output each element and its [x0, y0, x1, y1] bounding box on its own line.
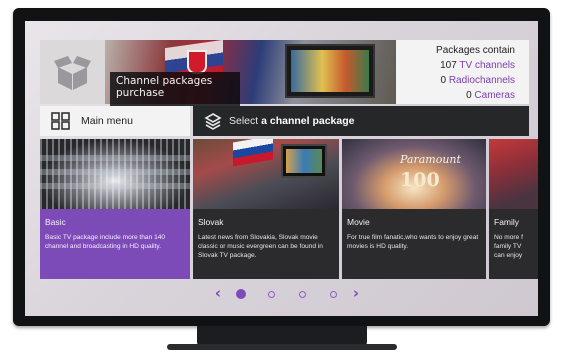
card-description: Latest news from Slovakia, Slovak movie … — [198, 234, 323, 259]
main-menu-grid-icon — [51, 112, 70, 130]
package-card-family[interactable]: Family No more f family TV can enjoy — [489, 139, 538, 279]
select-package-label: Select a channel package — [229, 115, 355, 127]
tv-stand — [167, 326, 397, 350]
page-dot-1[interactable] — [236, 289, 246, 299]
package-card-basic[interactable]: Basic Basic TV package include more than… — [40, 139, 190, 279]
cameras-count-line: 0 Cameras — [466, 90, 515, 101]
tv-channels-label: TV channels — [459, 60, 515, 71]
card-thumbnail-family — [489, 139, 538, 209]
card-description: No more f family TV can enjoy — [494, 234, 523, 259]
card-title: Movie — [347, 217, 370, 227]
select-package-header: Select a channel package — [193, 106, 529, 136]
box-icon — [54, 56, 91, 90]
page-dot-3[interactable] — [299, 291, 306, 298]
tv-channels-count-line: 107 TV channels — [440, 60, 515, 71]
card-description: Basic TV package include more than 140 c… — [45, 234, 166, 250]
layers-icon — [204, 113, 222, 130]
card-title: Family — [494, 217, 520, 227]
radio-channels-label: Radiochannels — [448, 75, 515, 86]
page-title: Channel packages purchase — [110, 72, 240, 106]
main-menu-label: Main menu — [81, 115, 133, 127]
chevron-right-icon[interactable]: › — [350, 286, 362, 301]
movie-logo-text: Paramount — [400, 153, 461, 166]
tv-screen: Channel packages purchase Packages conta… — [25, 21, 538, 316]
package-card-slovak[interactable]: Slovak Latest news from Slovakia, Slovak… — [193, 139, 339, 279]
main-menu-button[interactable]: Main menu — [40, 106, 190, 136]
tv-channels-count: 107 — [440, 60, 457, 71]
tv-set-graphic — [285, 44, 375, 98]
chevron-left-icon[interactable]: ‹ — [212, 286, 224, 301]
card-thumbnail-slovak — [193, 139, 339, 209]
select-prefix: Select — [229, 115, 259, 127]
slovak-crest-graphic — [187, 50, 207, 74]
card-title: Slovak — [198, 217, 224, 227]
cameras-count: 0 — [466, 90, 472, 101]
page-dot-4[interactable] — [330, 291, 337, 298]
card-title: Basic — [45, 217, 66, 227]
package-card-movie[interactable]: Paramount 100 Movie For true film fanati… — [342, 139, 486, 279]
package-contents-panel: Packages contain 107 TV channels 0 Radio… — [396, 40, 529, 104]
package-contents-title: Packages contain — [436, 45, 515, 56]
card-thumbnail-movie: Paramount 100 — [342, 139, 486, 209]
package-box-tile — [40, 40, 105, 104]
radio-channels-count-line: 0 Radiochannels — [440, 75, 515, 86]
cameras-label: Cameras — [474, 90, 515, 101]
page-dot-2[interactable] — [268, 291, 275, 298]
select-emphasis: a channel package — [261, 115, 355, 127]
movie-logo-number: 100 — [400, 169, 440, 191]
card-thumbnail-basic — [40, 139, 190, 209]
card-description: For true film fanatic,who wants to enjoy… — [347, 234, 479, 250]
radio-channels-count: 0 — [440, 75, 447, 86]
